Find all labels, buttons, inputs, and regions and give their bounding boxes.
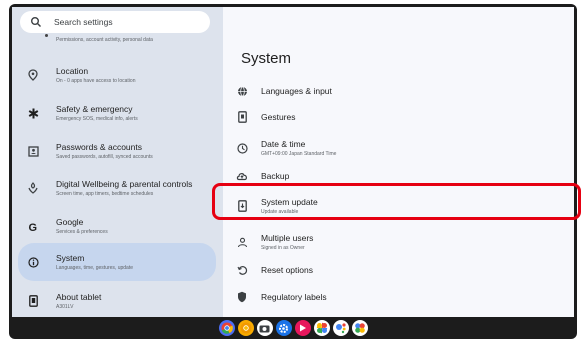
settings-item-date-time[interactable]: Date & time GMT+09:00 Japan Standard Tim… <box>231 133 567 163</box>
sidebar-item-subtitle: Languages, time, gestures, update <box>56 264 133 271</box>
sidebar-item-subtitle: Services & preferences <box>56 228 108 235</box>
settings-item-multiple-users[interactable]: Multiple users Signed in as Owner <box>231 227 567 257</box>
search-bar[interactable]: Search settings <box>20 11 210 33</box>
sidebar-item-safety[interactable]: Safety & emergency Emergency SOS, medica… <box>18 95 216 131</box>
photos-icon[interactable] <box>313 320 330 336</box>
sidebar-item-subtitle: Emergency SOS, medical info, alerts <box>56 115 138 122</box>
sidebar-item-title: Digital Wellbeing & parental controls <box>56 178 193 189</box>
sidebar-item-subtitle: Screen time, app timers, bedtime schedul… <box>56 190 154 197</box>
settings-item-reset[interactable]: Reset options <box>231 257 567 283</box>
sidebar-item-passwords[interactable]: Passwords & accounts Saved passwords, au… <box>18 133 216 169</box>
device-frame: Search settings Permissions, account act… <box>9 4 577 339</box>
reset-icon <box>231 265 253 276</box>
sidebar-item-digital-wellbeing[interactable]: Digital Wellbeing & parental controls Sc… <box>18 170 216 206</box>
wellbeing-icon <box>18 182 48 194</box>
settings-content: System Languages & input Gestures Date &… <box>223 7 574 317</box>
location-pin-icon <box>18 69 48 81</box>
page-title: System <box>241 50 292 67</box>
screen: Search settings Permissions, account act… <box>12 7 574 317</box>
sidebar-item-title: Passwords & accounts <box>56 141 142 152</box>
sidebar-item-about-tablet[interactable]: About tablet A301LV <box>18 283 216 317</box>
partial-item-subtitle: Permissions, account activity, personal … <box>56 37 153 43</box>
settings-item-title: Languages & input <box>261 85 332 96</box>
search-icon <box>30 16 42 28</box>
sidebar-item-subtitle: A301LV <box>56 303 74 310</box>
sidebar-item-location[interactable]: Location On - 0 apps have access to loca… <box>18 57 216 93</box>
chrome-canary-icon[interactable] <box>237 320 254 336</box>
settings-item-subtitle: Signed in as Owner <box>261 244 305 251</box>
system-update-highlight <box>212 183 581 220</box>
settings-item-title: Date & time <box>261 138 306 149</box>
sidebar-item-title: About tablet <box>56 291 102 302</box>
sidebar-item-google[interactable]: G Google Services & preferences <box>18 208 216 244</box>
settings-item-title: Regulatory labels <box>261 291 327 302</box>
sidebar-item-title: Google <box>56 216 84 227</box>
users-icon <box>231 237 253 248</box>
sidebar-item-system[interactable]: System Languages, time, gestures, update <box>18 243 216 281</box>
settings-item-title: Gestures <box>261 111 296 122</box>
sidebar-item-subtitle: Saved passwords, autofill, synced accoun… <box>56 153 153 160</box>
settings-item-title: Reset options <box>261 264 313 275</box>
chrome-icon[interactable] <box>218 320 235 336</box>
partial-item-icon <box>45 34 48 37</box>
cloud-backup-icon <box>231 171 253 181</box>
settings-item-languages[interactable]: Languages & input <box>231 78 567 104</box>
settings-item-title: Multiple users <box>261 232 314 243</box>
globe-icon <box>231 86 253 97</box>
asterisk-icon <box>18 108 48 119</box>
sidebar-item-title: System <box>56 252 85 263</box>
google-icon: G <box>18 221 48 232</box>
account-box-icon <box>18 145 48 157</box>
assistant-icon[interactable] <box>332 320 349 336</box>
search-placeholder: Search settings <box>54 17 113 27</box>
gesture-phone-icon <box>231 111 253 123</box>
tablet-icon <box>18 295 48 307</box>
app-icon-magenta[interactable] <box>294 320 311 336</box>
svg-text:G: G <box>28 222 37 232</box>
settings-item-gestures[interactable]: Gestures <box>231 104 567 130</box>
sidebar-item-title: Location <box>56 65 89 76</box>
sidebar-item-title: Safety & emergency <box>56 103 133 114</box>
shield-icon <box>231 291 253 303</box>
settings-sidebar: Search settings Permissions, account act… <box>12 7 223 317</box>
drive-icon[interactable] <box>351 320 368 336</box>
settings-item-title: Backup <box>261 170 290 181</box>
settings-item-regulatory[interactable]: Regulatory labels <box>231 284 567 310</box>
camera-icon[interactable] <box>256 320 273 336</box>
taskbar <box>9 317 577 339</box>
info-icon <box>18 256 48 268</box>
sidebar-item-subtitle: On - 0 apps have access to location <box>56 77 136 84</box>
settings-app-icon[interactable] <box>275 320 292 336</box>
clock-icon <box>231 142 253 154</box>
settings-item-subtitle: GMT+09:00 Japan Standard Time <box>261 150 337 157</box>
